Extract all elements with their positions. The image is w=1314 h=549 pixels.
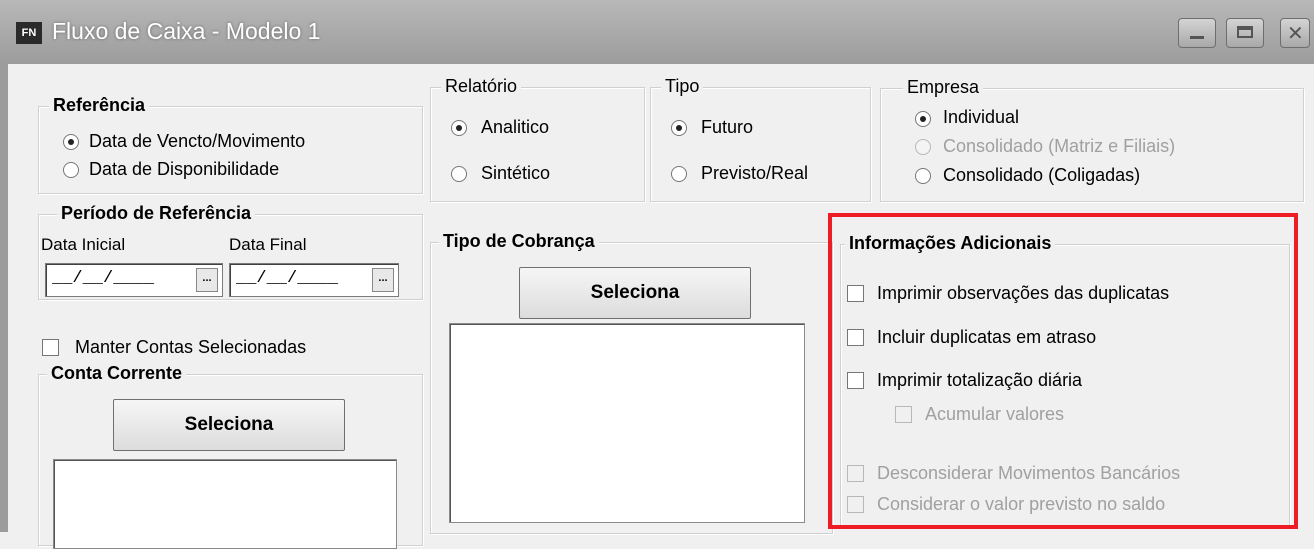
conta-corrente-list[interactable] bbox=[53, 459, 397, 549]
data-inicial-label: Data Inicial bbox=[41, 235, 126, 254]
radio-individual-label: Individual bbox=[943, 107, 1020, 127]
data-final-label: Data Final bbox=[229, 235, 307, 254]
close-button[interactable] bbox=[1280, 18, 1310, 48]
radio-individual[interactable] bbox=[915, 111, 931, 127]
conta-corrente-seleciona-button[interactable]: Seleciona bbox=[113, 399, 345, 451]
empresa-group: Empresa Individual Consolidado (Matriz e… bbox=[880, 77, 1304, 202]
relatorio-group: Relatório Analitico Sintético bbox=[430, 76, 645, 202]
empresa-legend: Empresa bbox=[903, 77, 984, 98]
periodo-legend: Período de Referência bbox=[57, 203, 256, 224]
data-inicial-field[interactable]: __/__/____ ... bbox=[45, 263, 223, 297]
data-final-field[interactable]: __/__/____ ... bbox=[229, 263, 399, 297]
data-final-value: __/__/____ bbox=[236, 269, 339, 288]
conta-corrente-legend: Conta Corrente bbox=[47, 363, 187, 384]
radio-sintetico[interactable] bbox=[451, 166, 467, 182]
referencia-legend: Referência bbox=[49, 95, 150, 116]
radio-data-vencto[interactable] bbox=[63, 134, 79, 150]
data-inicial-value: __/__/____ bbox=[52, 269, 155, 288]
referencia-group: Referência Data de Vencto/Movimento Data… bbox=[38, 95, 423, 194]
periodo-group: Período de Referência Data Inicial Data … bbox=[38, 203, 423, 300]
radio-data-disponibilidade[interactable] bbox=[63, 162, 79, 178]
radio-consolidado-matriz[interactable] bbox=[915, 139, 931, 155]
radio-data-disponibilidade-label: Data de Disponibilidade bbox=[89, 159, 280, 179]
radio-previsto-real-label: Previsto/Real bbox=[701, 163, 809, 183]
data-final-picker-button[interactable]: ... bbox=[372, 268, 394, 292]
tipo-cobranca-list[interactable] bbox=[449, 323, 805, 523]
radio-futuro-label: Futuro bbox=[701, 117, 754, 137]
radio-analitico-label: Analitico bbox=[481, 117, 550, 137]
tipo-cobranca-legend: Tipo de Cobrança bbox=[439, 231, 599, 252]
tipo-cobranca-group: Tipo de Cobrança Seleciona bbox=[430, 231, 833, 534]
window-border bbox=[0, 64, 8, 532]
minimize-button[interactable] bbox=[1178, 18, 1216, 48]
radio-consolidado-coligadas-label: Consolidado (Coligadas) bbox=[943, 165, 1141, 185]
app-icon: FN bbox=[16, 22, 42, 44]
radio-consolidado-coligadas[interactable] bbox=[915, 168, 931, 184]
tipo-legend: Tipo bbox=[661, 76, 704, 97]
manter-contas-label: Manter Contas Selecionadas bbox=[75, 337, 307, 357]
tipo-cobranca-seleciona-button[interactable]: Seleciona bbox=[519, 267, 751, 319]
title-bar: FN Fluxo de Caixa - Modelo 1 bbox=[0, 0, 1314, 65]
radio-futuro[interactable] bbox=[671, 120, 687, 136]
radio-previsto-real[interactable] bbox=[671, 166, 687, 182]
manter-contas-checkbox[interactable] bbox=[42, 339, 59, 356]
radio-data-vencto-label: Data de Vencto/Movimento bbox=[89, 131, 306, 151]
tipo-group: Tipo Futuro Previsto/Real bbox=[650, 76, 871, 202]
highlight-box bbox=[828, 213, 1298, 529]
radio-analitico[interactable] bbox=[451, 120, 467, 136]
window-title: Fluxo de Caixa - Modelo 1 bbox=[52, 18, 321, 44]
maximize-button[interactable] bbox=[1226, 18, 1264, 48]
radio-sintetico-label: Sintético bbox=[481, 163, 551, 183]
relatorio-legend: Relatório bbox=[441, 76, 522, 97]
conta-corrente-group: Conta Corrente Seleciona bbox=[38, 363, 423, 549]
radio-consolidado-matriz-label: Consolidado (Matriz e Filiais) bbox=[943, 136, 1176, 156]
data-inicial-picker-button[interactable]: ... bbox=[196, 268, 218, 292]
